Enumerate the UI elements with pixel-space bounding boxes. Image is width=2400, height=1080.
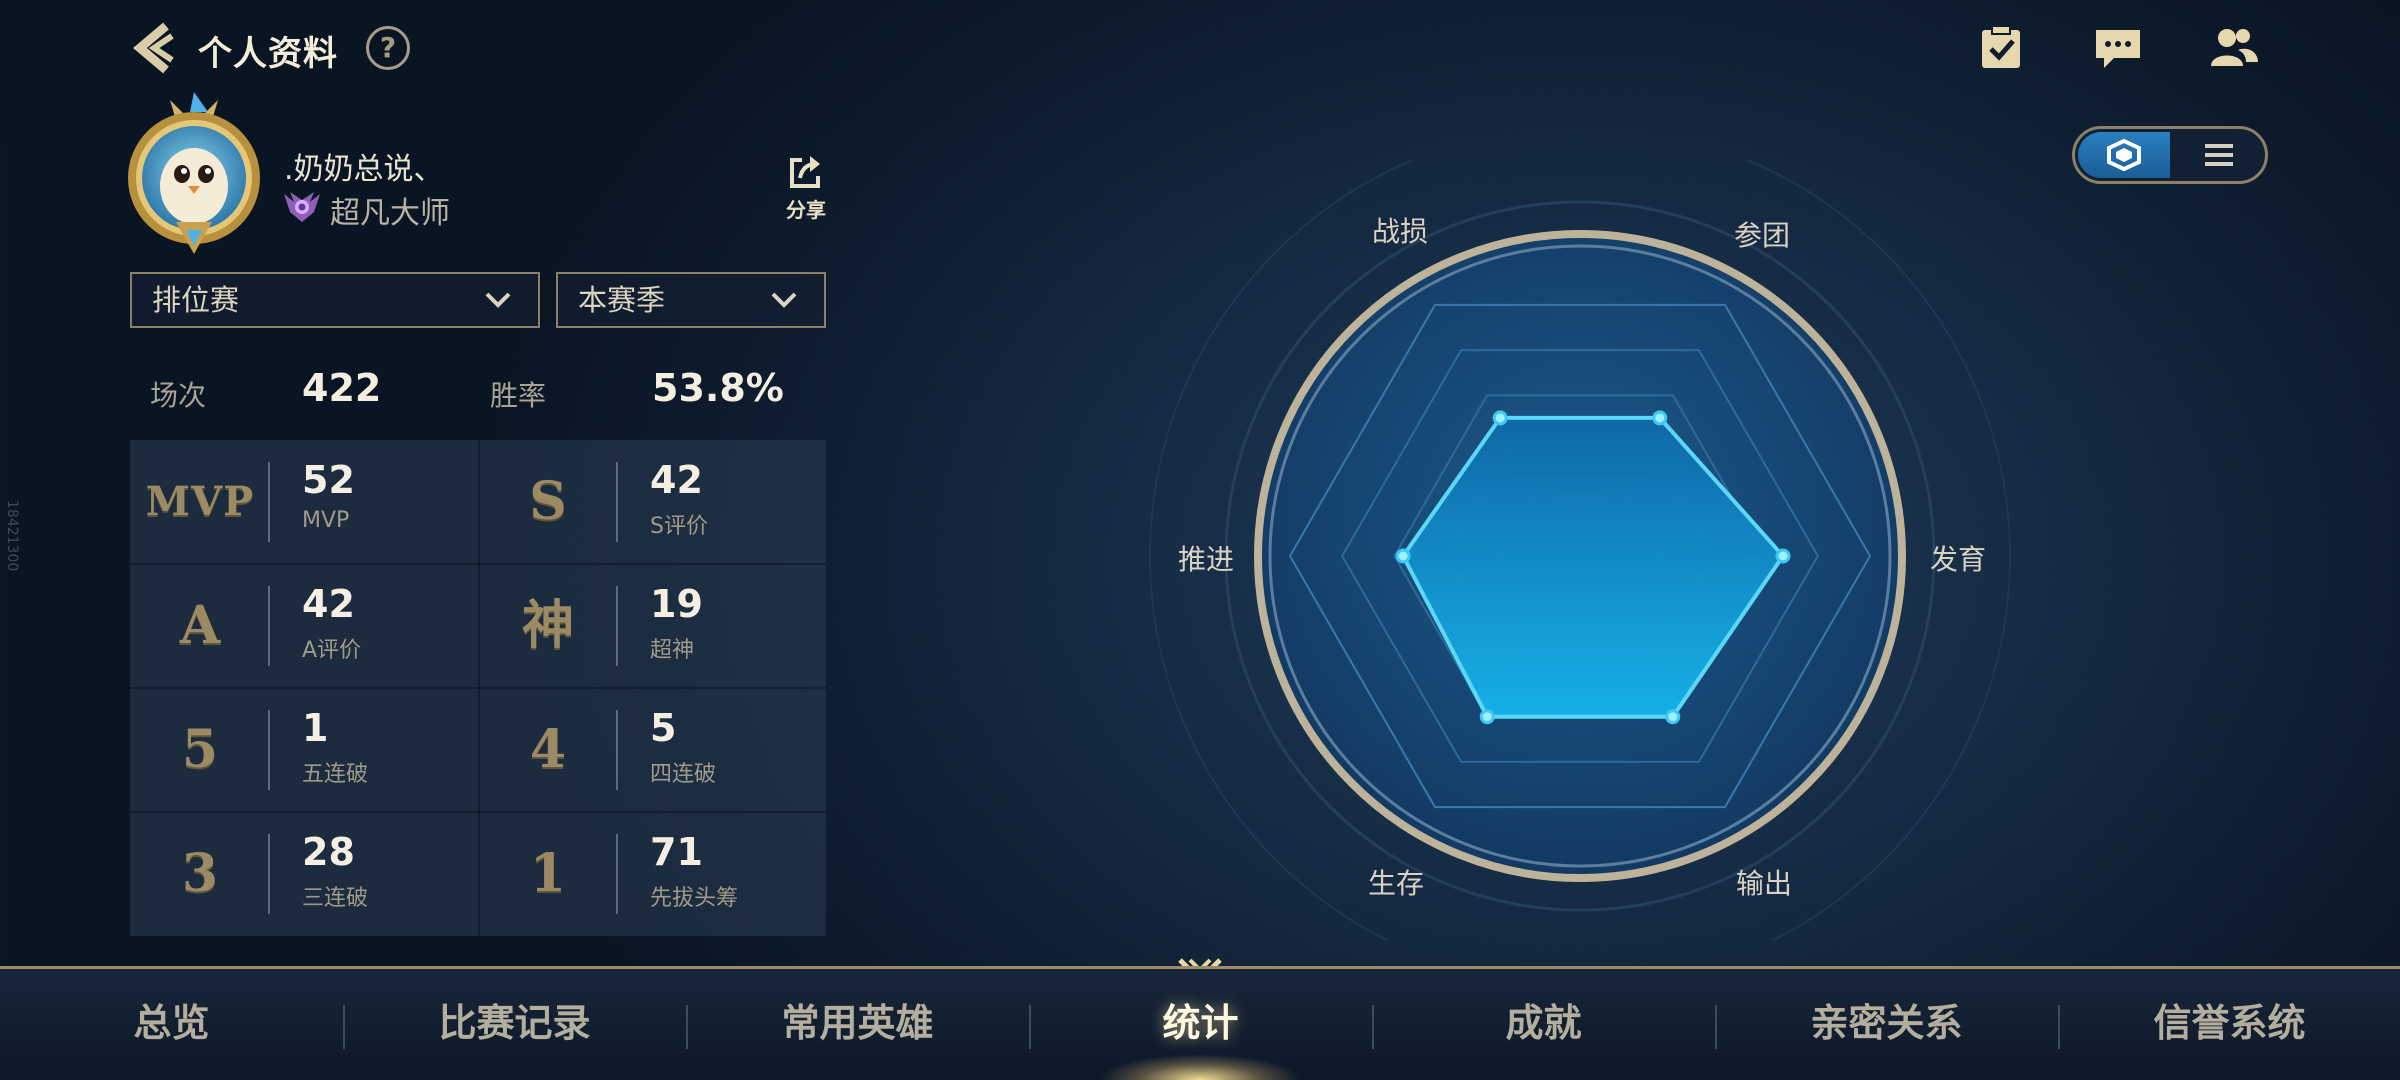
rank-name: 超凡大师 xyxy=(330,196,450,231)
hexagon-icon xyxy=(2107,138,2141,172)
radar-point-参团 xyxy=(1652,410,1668,426)
first-blood-badge-icon: 1 xyxy=(529,843,567,904)
stat-cell-triple-kill: 3 28 三连破 xyxy=(130,812,478,936)
season-dropdown[interactable]: 本赛季 xyxy=(556,272,826,328)
active-tab-glow xyxy=(1100,1040,1300,1080)
axis-label-shengcun: 生存 xyxy=(1368,867,1425,900)
rank-icon xyxy=(284,192,320,222)
chevron-down-icon xyxy=(771,292,797,308)
stat-value: 5 xyxy=(650,706,677,750)
friends-icon[interactable] xyxy=(2208,24,2260,72)
radar-point-推进 xyxy=(1395,548,1411,564)
help-icon[interactable]: ? xyxy=(366,26,410,70)
tab-credit-system[interactable]: 信誉系统 xyxy=(2058,969,2400,1080)
axis-label-cantuan: 参团 xyxy=(1734,219,1791,252)
games-value: 422 xyxy=(302,366,382,410)
chevron-down-icon xyxy=(485,292,511,308)
radar-point-战损 xyxy=(1492,410,1508,426)
stat-cell-first-blood: 1 71 先拔头筹 xyxy=(478,812,826,936)
view-toggle[interactable] xyxy=(2072,126,2268,184)
list-icon xyxy=(2205,144,2233,166)
stat-cell-a-rating: A 42 A评价 xyxy=(130,564,478,688)
stat-cell-legendary: 神 19 超神 xyxy=(478,564,826,688)
chat-icon[interactable] xyxy=(2092,24,2144,72)
page-title: 个人资料 xyxy=(198,34,338,74)
axis-label-tuijin: 推进 xyxy=(1178,543,1235,576)
stat-caption: 超神 xyxy=(650,638,695,663)
stat-value: 52 xyxy=(302,458,355,502)
stat-caption: 三连破 xyxy=(302,886,369,911)
stat-caption: MVP xyxy=(302,508,350,533)
back-arrow-icon[interactable] xyxy=(126,20,182,76)
stat-value: 1 xyxy=(302,706,329,750)
radar-point-生存 xyxy=(1479,709,1495,725)
tab-overview[interactable]: 总览 xyxy=(0,969,343,1080)
stat-caption: 五连破 xyxy=(302,762,369,787)
a-rating-badge-icon: A xyxy=(179,595,221,656)
stat-value: 71 xyxy=(650,830,703,874)
player-name: .奶奶总说、 xyxy=(284,152,444,187)
top-bar: 个人资料 ? xyxy=(0,0,2400,100)
radar-view-option[interactable] xyxy=(2078,132,2170,178)
legendary-badge-icon: 神 xyxy=(521,595,574,656)
radar-point-输出 xyxy=(1665,709,1681,725)
list-view-option[interactable] xyxy=(2173,132,2265,178)
mode-dropdown-value: 排位赛 xyxy=(152,283,240,317)
radar-chart-svg xyxy=(1149,125,2011,987)
tab-common-heroes[interactable]: 常用英雄 xyxy=(686,969,1029,1080)
radar-chart: 战损 参团 发育 输出 生存 推进 xyxy=(1100,125,2060,987)
stat-caption: 四连破 xyxy=(650,762,717,787)
winrate-label: 胜率 xyxy=(490,379,547,412)
games-label: 场次 xyxy=(150,379,207,412)
share-icon xyxy=(790,156,820,188)
stat-caption: S评价 xyxy=(650,514,708,539)
share-button[interactable]: 分享 xyxy=(780,152,832,223)
stat-cell-quadra-kill: 4 5 四连破 xyxy=(478,688,826,812)
quadra-kill-badge-icon: 4 xyxy=(529,719,567,780)
share-label: 分享 xyxy=(786,198,826,222)
s-rating-badge-icon: S xyxy=(529,471,567,532)
player-avatar[interactable] xyxy=(120,90,268,258)
tab-match-history[interactable]: 比赛记录 xyxy=(343,969,686,1080)
stat-value: 42 xyxy=(302,582,355,626)
task-checklist-icon[interactable] xyxy=(1976,24,2028,72)
winrate-value: 53.8% xyxy=(652,366,784,410)
axis-label-fayu: 发育 xyxy=(1930,543,1987,576)
stat-value: 28 xyxy=(302,830,355,874)
stat-cell-s-rating: S 42 S评价 xyxy=(478,440,826,564)
tab-achievements[interactable]: 成就 xyxy=(1372,969,1715,1080)
mvp-badge-icon: MVP xyxy=(145,478,255,525)
tab-relationships[interactable]: 亲密关系 xyxy=(1715,969,2058,1080)
axis-label-shuchu: 输出 xyxy=(1736,867,1793,900)
stat-caption: 先拔头筹 xyxy=(650,886,739,911)
stat-caption: A评价 xyxy=(302,638,362,663)
mode-dropdown[interactable]: 排位赛 xyxy=(130,272,540,328)
stat-cell-penta-kill: 5 1 五连破 xyxy=(130,688,478,812)
stat-value: 19 xyxy=(650,582,703,626)
axis-label-zhansun: 战损 xyxy=(1372,215,1429,248)
stat-value: 42 xyxy=(650,458,703,502)
side-id-text: 18421300 xyxy=(4,500,20,572)
stat-cell-mvp: MVP 52 MVP xyxy=(130,440,478,564)
penta-kill-badge-icon: 5 xyxy=(181,719,219,780)
triple-kill-badge-icon: 3 xyxy=(181,843,219,904)
stats-grid: MVP 52 MVP S 42 S评价 A 42 A评价 神 19 超神 5 1… xyxy=(130,440,826,936)
radar-point-发育 xyxy=(1775,548,1791,564)
season-dropdown-value: 本赛季 xyxy=(578,283,666,317)
